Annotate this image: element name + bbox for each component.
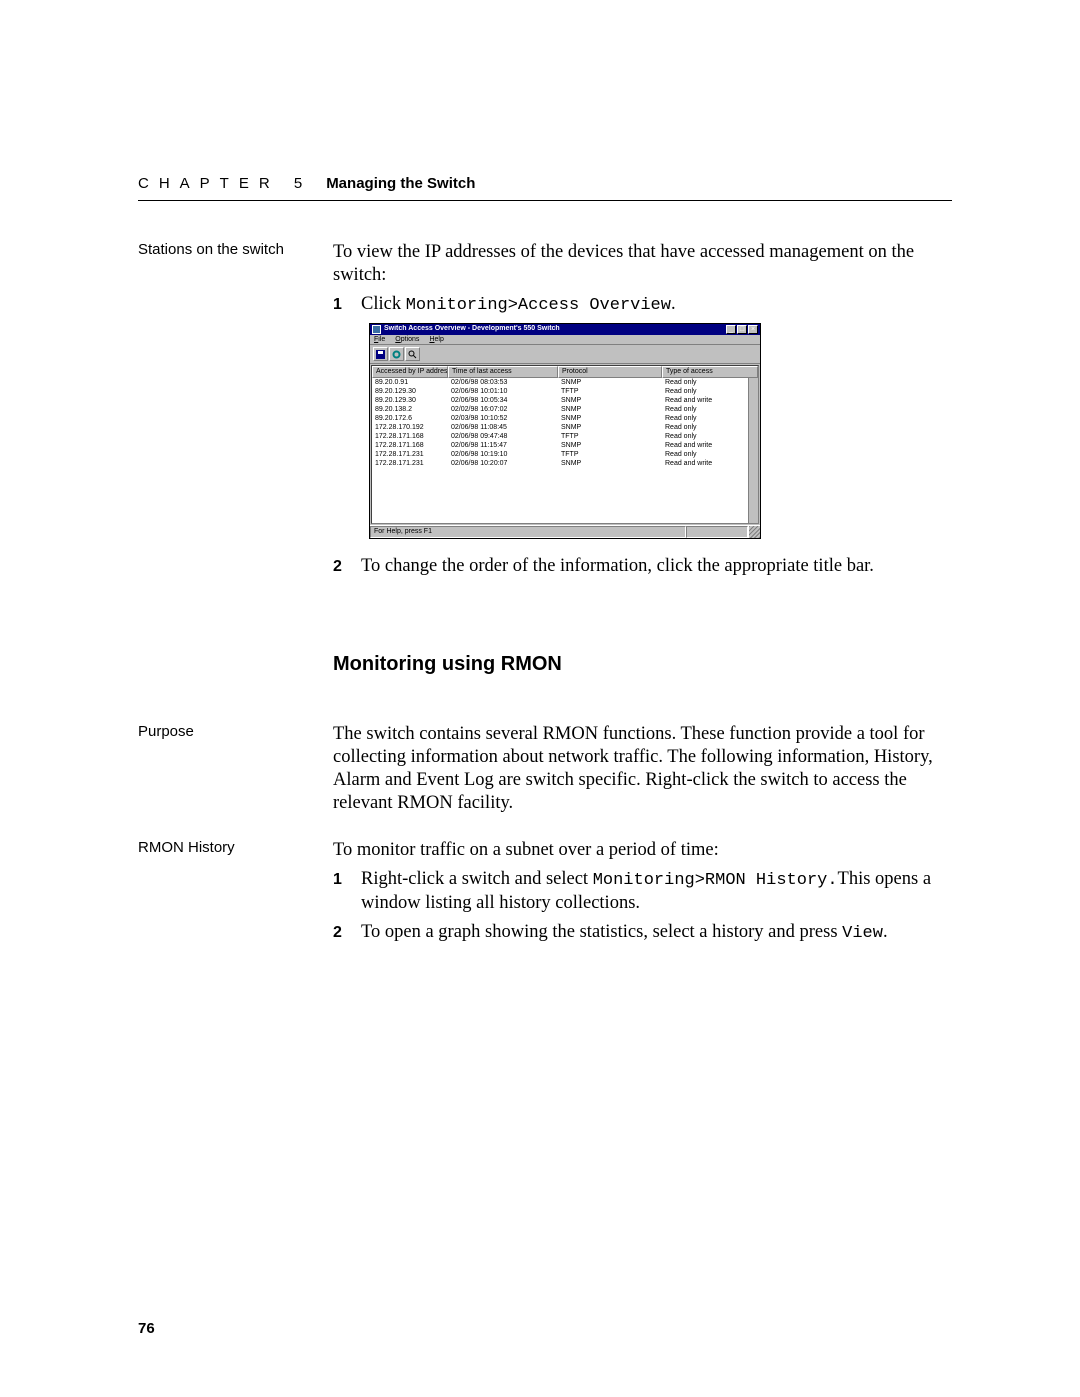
access-overview-window: Switch Access Overview - Development's 5… bbox=[369, 323, 761, 539]
table-row[interactable]: 89.20.129.3002/06/98 10:05:34SNMPRead an… bbox=[372, 396, 758, 405]
save-icon[interactable] bbox=[373, 347, 388, 361]
table-row[interactable]: 172.28.171.23102/06/98 10:19:10TFTPRead … bbox=[372, 450, 758, 459]
cell-access: Read only bbox=[665, 432, 755, 441]
refresh-icon[interactable] bbox=[389, 347, 404, 361]
step-number: 1 bbox=[333, 868, 361, 914]
cell-protocol: SNMP bbox=[561, 378, 665, 387]
cell-access: Read only bbox=[665, 423, 755, 432]
stations-step-2: To change the order of the information, … bbox=[361, 555, 952, 578]
cell-access: Read only bbox=[665, 378, 755, 387]
table-body: 89.20.0.9102/06/98 08:03:53SNMPRead only… bbox=[372, 378, 758, 523]
table-row[interactable]: 89.20.138.202/02/98 16:07:02SNMPRead onl… bbox=[372, 405, 758, 414]
step-number: 1 bbox=[333, 293, 361, 316]
cell-ip: 89.20.129.30 bbox=[375, 396, 451, 405]
table-row[interactable]: 89.20.129.3002/06/98 10:01:10TFTPRead on… bbox=[372, 387, 758, 396]
side-label-stations: Stations on the switch bbox=[138, 241, 333, 258]
cell-protocol: SNMP bbox=[561, 396, 665, 405]
heading-monitoring-rmon: Monitoring using RMON bbox=[333, 652, 952, 677]
cell-access: Read and write bbox=[665, 459, 755, 468]
table-row[interactable]: 172.28.170.19202/06/98 11:08:45SNMPRead … bbox=[372, 423, 758, 432]
cell-access: Read only bbox=[665, 405, 755, 414]
side-label-purpose: Purpose bbox=[138, 723, 333, 740]
cell-ip: 172.28.171.168 bbox=[375, 441, 451, 450]
page-number: 76 bbox=[138, 1320, 155, 1337]
vertical-scrollbar[interactable] bbox=[748, 378, 758, 523]
menu-bar: File Options Help bbox=[370, 335, 760, 346]
cell-ip: 172.28.171.231 bbox=[375, 459, 451, 468]
status-pane bbox=[686, 526, 748, 538]
table-row[interactable]: 172.28.171.23102/06/98 10:20:07SNMPRead … bbox=[372, 459, 758, 468]
cell-protocol: SNMP bbox=[561, 459, 665, 468]
cell-time: 02/06/98 09:47:48 bbox=[451, 432, 561, 441]
cell-time: 02/06/98 10:19:10 bbox=[451, 450, 561, 459]
col-header-time[interactable]: Time of last access bbox=[448, 366, 558, 378]
toolbar bbox=[370, 345, 760, 364]
table-row[interactable]: 89.20.0.9102/06/98 08:03:53SNMPRead only bbox=[372, 378, 758, 387]
cell-ip: 172.28.171.231 bbox=[375, 450, 451, 459]
step-number: 2 bbox=[333, 921, 361, 944]
table-row[interactable]: 172.28.171.16802/06/98 11:15:47SNMPRead … bbox=[372, 441, 758, 450]
col-header-protocol[interactable]: Protocol bbox=[558, 366, 662, 378]
cell-protocol: SNMP bbox=[561, 441, 665, 450]
cell-protocol: TFTP bbox=[561, 450, 665, 459]
side-label-rmon-history: RMON History bbox=[138, 839, 333, 856]
header-rule bbox=[138, 200, 952, 201]
cell-access: Read only bbox=[665, 450, 755, 459]
table-row[interactable]: 172.28.171.16802/06/98 09:47:48TFTPRead … bbox=[372, 432, 758, 441]
step-number: 2 bbox=[333, 555, 361, 578]
chapter-label: CHAPTER 5 bbox=[138, 175, 312, 192]
cell-protocol: SNMP bbox=[561, 414, 665, 423]
cell-time: 02/06/98 10:05:34 bbox=[451, 396, 561, 405]
cell-access: Read only bbox=[665, 387, 755, 396]
app-icon bbox=[372, 325, 381, 334]
close-button[interactable]: × bbox=[748, 325, 758, 334]
cell-time: 02/06/98 08:03:53 bbox=[451, 378, 561, 387]
cell-protocol: TFTP bbox=[561, 432, 665, 441]
cell-access: Read and write bbox=[665, 396, 755, 405]
purpose-body: The switch contains several RMON functio… bbox=[333, 723, 952, 816]
menu-options[interactable]: Options bbox=[395, 336, 419, 344]
page-header: CHAPTER 5 Managing the Switch bbox=[138, 175, 952, 201]
cell-time: 02/06/98 11:08:45 bbox=[451, 423, 561, 432]
cell-ip: 89.20.172.6 bbox=[375, 414, 451, 423]
cell-protocol: TFTP bbox=[561, 387, 665, 396]
cell-time: 02/06/98 10:01:10 bbox=[451, 387, 561, 396]
history-intro: To monitor traffic on a subnet over a pe… bbox=[333, 839, 952, 862]
maximize-button[interactable]: □ bbox=[737, 325, 747, 334]
col-header-ip[interactable]: Accessed by IP address bbox=[372, 366, 448, 378]
col-header-access[interactable]: Type of access bbox=[662, 366, 758, 378]
table-row[interactable]: 89.20.172.602/03/98 10:10:52SNMPRead onl… bbox=[372, 414, 758, 423]
menu-file[interactable]: File bbox=[374, 336, 385, 344]
search-icon[interactable] bbox=[405, 347, 420, 361]
cell-access: Read only bbox=[665, 414, 755, 423]
history-step-1: Right-click a switch and select Monitori… bbox=[361, 868, 952, 914]
cell-ip: 89.20.138.2 bbox=[375, 405, 451, 414]
cell-ip: 89.20.129.30 bbox=[375, 387, 451, 396]
cell-protocol: SNMP bbox=[561, 405, 665, 414]
window-title: Switch Access Overview - Development's 5… bbox=[384, 325, 726, 333]
cell-ip: 172.28.170.192 bbox=[375, 423, 451, 432]
cell-time: 02/06/98 10:20:07 bbox=[451, 459, 561, 468]
window-titlebar[interactable]: Switch Access Overview - Development's 5… bbox=[370, 324, 760, 335]
chapter-title: Managing the Switch bbox=[326, 175, 475, 192]
cell-protocol: SNMP bbox=[561, 423, 665, 432]
status-bar: For Help, press F1 bbox=[370, 525, 760, 538]
cell-ip: 172.28.171.168 bbox=[375, 432, 451, 441]
stations-intro: To view the IP addresses of the devices … bbox=[333, 241, 952, 287]
cell-time: 02/02/98 16:07:02 bbox=[451, 405, 561, 414]
status-text: For Help, press F1 bbox=[370, 526, 686, 538]
cell-time: 02/03/98 10:10:52 bbox=[451, 414, 561, 423]
cell-access: Read and write bbox=[665, 441, 755, 450]
menu-help[interactable]: Help bbox=[429, 336, 443, 344]
stations-step-1: Click Monitoring>Access Overview. bbox=[361, 293, 952, 316]
access-table: Accessed by IP address Time of last acce… bbox=[371, 365, 759, 524]
history-step-2: To open a graph showing the statistics, … bbox=[361, 921, 952, 944]
cell-ip: 89.20.0.91 bbox=[375, 378, 451, 387]
resize-grip-icon[interactable] bbox=[748, 526, 760, 538]
minimize-button[interactable]: _ bbox=[726, 325, 736, 334]
cell-time: 02/06/98 11:15:47 bbox=[451, 441, 561, 450]
